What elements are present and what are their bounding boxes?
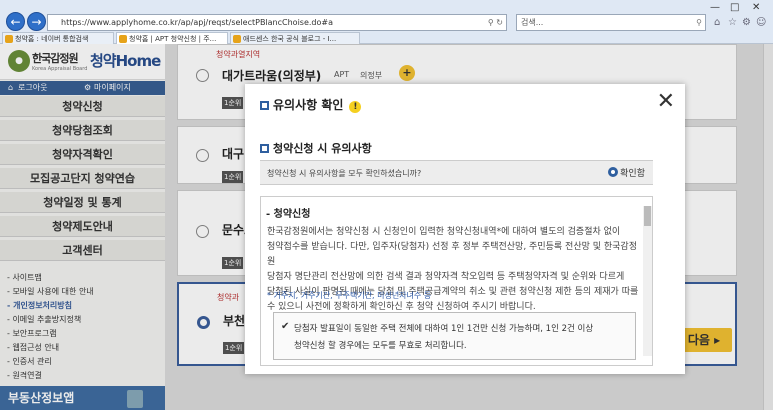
square-bullet-icon bbox=[260, 144, 269, 153]
notice-modal: 유의사항 확인! ✕ 청약신청 시 유의사항 청약신청 시 유의사항을 모두 확… bbox=[245, 84, 685, 374]
subsection-text: 청약신청 bbox=[273, 209, 311, 220]
radio-selected-icon bbox=[608, 167, 619, 177]
smiley-icon[interactable]: ☺ bbox=[756, 17, 766, 28]
notice-content[interactable]: - 청약신청 한국감정원에서는 청약신청 시 신청인이 입력한 청약신청내역*에… bbox=[260, 196, 653, 366]
tab-strip: 청약홈 : 네이버 통합검색 청약홈 | APT 청약신청 | 주... 애드센… bbox=[0, 31, 773, 44]
warning-icon: ! bbox=[349, 101, 362, 113]
address-url: https://www.applyhome.co.kr/ap/apj/reqst… bbox=[61, 18, 334, 27]
check-line: 청약신청 할 경우에는 모두를 무효로 처리합니다. bbox=[294, 341, 467, 351]
scrollbar-thumb[interactable] bbox=[644, 206, 651, 226]
browser-chrome: ← → https://www.applyhome.co.kr/ap/apj/r… bbox=[0, 0, 773, 44]
section-title-text: 청약신청 시 유의사항 bbox=[273, 142, 372, 155]
confirm-bar: 청약신청 시 유의사항을 모두 확인하셨습니까? 확인함 bbox=[260, 160, 653, 185]
body-line: 청약접수를 받습니다. 다만, 입주자(당첨자) 선정 후 정부 주택전산망, … bbox=[267, 242, 637, 267]
body-line: 당첨자 명단관리 전산망에 의한 검색 결과 청약자격 착오입력 등 주택청약자… bbox=[267, 272, 625, 282]
close-window-icon[interactable]: ✕ bbox=[752, 2, 760, 13]
forward-icon[interactable]: → bbox=[27, 12, 46, 31]
search-placeholder: 검색... bbox=[521, 18, 544, 27]
address-actions-icon[interactable]: ⚲ ↻ bbox=[488, 15, 503, 30]
address-bar[interactable]: https://www.applyhome.co.kr/ap/apj/reqst… bbox=[47, 14, 507, 31]
tab-label: 청약홈 | APT 청약신청 | 주... bbox=[129, 35, 217, 43]
body-line: 한국감정원에서는 청약신청 시 신청인이 입력한 청약신청내역*에 대하여 별도… bbox=[267, 227, 621, 237]
modal-title: 유의사항 확인! bbox=[260, 96, 362, 113]
favicon-icon bbox=[5, 35, 13, 43]
minimize-icon[interactable]: — bbox=[710, 2, 720, 13]
square-bullet-icon bbox=[260, 101, 269, 110]
tab-label: 청약홈 : 네이버 통합검색 bbox=[15, 35, 89, 43]
favorites-icon[interactable]: ☆ bbox=[728, 17, 737, 28]
check-box: ✔ 당첨자 발표일이 동일한 주택 전체에 대하여 1인 1건만 신청 가능하며… bbox=[273, 312, 636, 360]
tab-adsense[interactable]: 애드센스 한국 공식 블로그 - I... bbox=[230, 32, 360, 44]
search-icon[interactable]: ⚲ bbox=[696, 15, 702, 30]
confirm-label: 확인함 bbox=[620, 169, 645, 179]
confirm-question: 청약신청 시 유의사항을 모두 확인하셨습니까? bbox=[267, 169, 422, 178]
section-title: 청약신청 시 유의사항 bbox=[260, 140, 372, 156]
subsection-title: - 청약신청 bbox=[266, 209, 311, 220]
back-icon[interactable]: ← bbox=[6, 12, 25, 31]
tab-applyhome[interactable]: 청약홈 | APT 청약신청 | 주... bbox=[116, 32, 228, 44]
tab-naver[interactable]: 청약홈 : 네이버 통합검색 bbox=[2, 32, 114, 44]
modal-title-text: 유의사항 확인 bbox=[273, 98, 344, 112]
tab-label: 애드센스 한국 공식 블로그 - I... bbox=[243, 35, 337, 43]
favicon-icon bbox=[119, 35, 127, 43]
checkmark-icon: ✔ bbox=[281, 321, 290, 332]
notice-body: 한국감정원에서는 청약신청 시 신청인이 입력한 청약신청내역*에 대하여 별도… bbox=[267, 225, 639, 315]
maximize-icon[interactable]: □ bbox=[730, 2, 739, 13]
notice-footnote: * 거주지, 거주기간, 무주택기간, 미성년자녀수 등 bbox=[267, 291, 432, 300]
confirm-radio[interactable]: 확인함 bbox=[608, 166, 645, 179]
close-icon[interactable]: ✕ bbox=[657, 91, 675, 113]
browser-search-input[interactable]: 검색... ⚲ bbox=[516, 14, 706, 31]
settings-icon[interactable]: ⚙ bbox=[742, 17, 751, 28]
content-scrollbar[interactable] bbox=[643, 206, 652, 356]
home-icon[interactable]: ⌂ bbox=[714, 17, 720, 28]
favicon-icon bbox=[233, 35, 241, 43]
check-line: 당첨자 발표일이 동일한 주택 전체에 대하여 1인 1건만 신청 가능하며, … bbox=[294, 324, 594, 334]
